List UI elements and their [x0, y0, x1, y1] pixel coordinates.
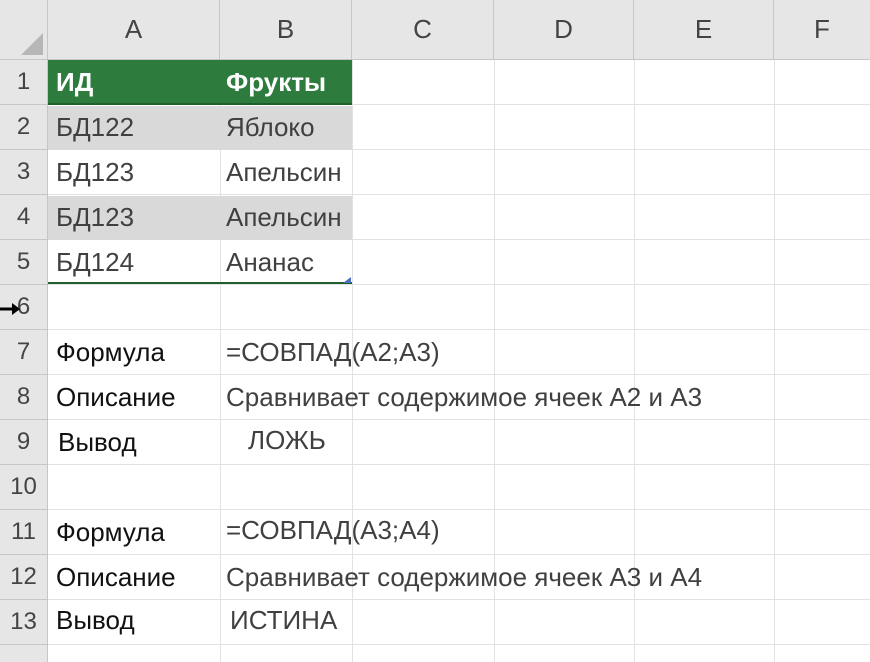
row-header-1[interactable]: 1	[0, 60, 48, 105]
column-header-a[interactable]: A	[48, 0, 220, 60]
row-header-13[interactable]: 13	[0, 600, 48, 645]
spreadsheet: A B C D E F 1 2 3 4 5 6 7 8 9 10 11 12 1…	[0, 0, 870, 662]
formula-value[interactable]: =СОВПАД(A3;A4)	[226, 508, 440, 553]
table-resize-handle-icon[interactable]	[343, 277, 351, 283]
description-label[interactable]: Описание	[56, 555, 176, 600]
output-label[interactable]: Вывод	[58, 420, 137, 465]
formula-label[interactable]: Формула	[56, 510, 165, 555]
table-header-fruit[interactable]: Фрукты	[226, 60, 326, 105]
column-header-f[interactable]: F	[774, 0, 870, 60]
grid-line	[48, 329, 870, 330]
grid-line	[48, 284, 870, 285]
column-header-c[interactable]: C	[352, 0, 494, 60]
row-header-8[interactable]: 8	[0, 375, 48, 420]
description-label[interactable]: Описание	[56, 375, 176, 420]
row-header-3[interactable]: 3	[0, 150, 48, 195]
grid-line	[48, 509, 870, 510]
grid-line	[774, 60, 775, 662]
table-cell-fruit[interactable]: Апельсин	[226, 150, 342, 195]
column-header-b[interactable]: B	[220, 0, 352, 60]
description-value[interactable]: Сравнивает содержимое ячеек A3 и A4	[226, 555, 702, 600]
table-bottom-border	[48, 282, 352, 284]
description-value[interactable]: Сравнивает содержимое ячеек A2 и A3	[226, 375, 702, 420]
output-label[interactable]: Вывод	[56, 598, 135, 643]
column-header-d[interactable]: D	[494, 0, 634, 60]
formula-value[interactable]: =СОВПАД(A2;A3)	[226, 330, 440, 375]
grid-line	[220, 60, 221, 662]
row-header-7[interactable]: 7	[0, 330, 48, 375]
row-header-10[interactable]: 10	[0, 465, 48, 510]
table-cell-id[interactable]: БД123	[56, 150, 134, 195]
row-header-4[interactable]: 4	[0, 195, 48, 240]
table-cell-id[interactable]: БД122	[56, 105, 134, 150]
column-header-e[interactable]: E	[634, 0, 774, 60]
table-cell-fruit[interactable]: Апельсин	[226, 195, 342, 240]
output-value[interactable]: ИСТИНА	[230, 598, 337, 643]
grid-line	[48, 464, 870, 465]
table-cell-fruit[interactable]: Яблоко	[226, 105, 315, 150]
row-header-5[interactable]: 5	[0, 240, 48, 285]
row-header-11[interactable]: 11	[0, 510, 48, 555]
row-header-9[interactable]: 9	[0, 420, 48, 465]
table-cell-id[interactable]: БД123	[56, 195, 134, 240]
row-header-12[interactable]: 12	[0, 555, 48, 600]
grid-line	[48, 194, 870, 195]
grid-line	[48, 644, 870, 645]
table-cell-fruit[interactable]: Ананас	[226, 240, 314, 285]
formula-label[interactable]: Формула	[56, 330, 165, 375]
row-header-2[interactable]: 2	[0, 105, 48, 150]
output-value[interactable]: ЛОЖЬ	[248, 418, 326, 463]
resize-row-cursor-icon	[0, 303, 20, 315]
row-header-14[interactable]	[0, 645, 48, 662]
table-header-id[interactable]: ИД	[56, 60, 93, 105]
select-all-triangle-icon	[21, 33, 43, 55]
table-cell-id[interactable]: БД124	[56, 240, 134, 285]
select-all-corner[interactable]	[0, 0, 48, 60]
